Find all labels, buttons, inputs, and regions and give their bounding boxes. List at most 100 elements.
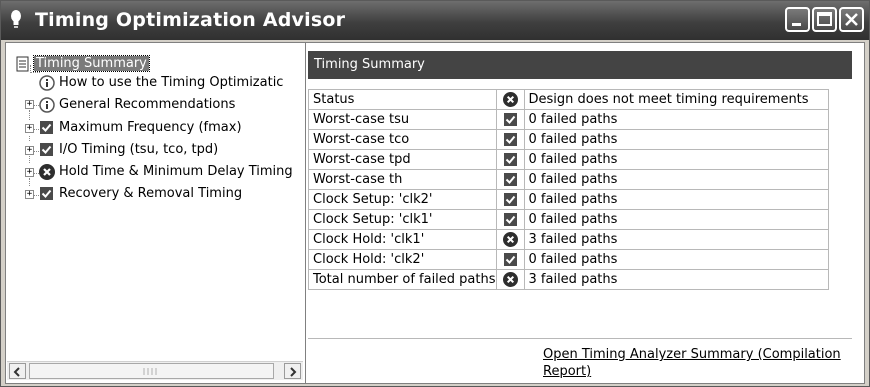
- fail-x-icon: [39, 164, 55, 180]
- table-row[interactable]: Worst-case tsu 0 failed paths: [308, 109, 829, 130]
- status-cell: [495, 209, 525, 230]
- tree-item-general-recommendations[interactable]: General Recommendations: [39, 96, 301, 116]
- status-cell: [495, 269, 525, 290]
- close-button[interactable]: [839, 7, 864, 32]
- tree-line: [29, 110, 31, 120]
- tree-item-label: Hold Time & Minimum Delay Timing: [59, 164, 293, 179]
- check-name: Worst-case tco: [308, 129, 497, 150]
- tree-item-label: Timing Summary: [33, 55, 150, 72]
- check-name: Clock Setup: 'clk1': [308, 209, 497, 230]
- result-text: Design does not meet timing requirements: [523, 89, 829, 110]
- tree-line: [29, 136, 31, 141]
- check-icon: [503, 193, 517, 206]
- scroll-thumb[interactable]: [29, 363, 274, 379]
- timing-summary-table: Status Design does not meet timing requir…: [308, 89, 829, 290]
- tree-item-maximum-frequency[interactable]: Maximum Frequency (fmax): [39, 119, 301, 139]
- summary-page-icon: [16, 56, 29, 72]
- result-text: 0 failed paths: [523, 129, 829, 150]
- title-bar[interactable]: Timing Optimization Advisor: [1, 1, 869, 40]
- tree-item-label: Maximum Frequency (fmax): [59, 120, 242, 135]
- tree-item-timing-summary[interactable]: Timing Summary: [16, 55, 296, 75]
- tree-item-how-to-use[interactable]: How to use the Timing Optimizatic: [39, 74, 301, 94]
- result-text: 3 failed paths: [523, 269, 829, 290]
- tree-line: [29, 178, 31, 186]
- table-row[interactable]: Worst-case tco 0 failed paths: [308, 129, 829, 150]
- minimize-button[interactable]: [785, 7, 810, 32]
- maximize-icon: [817, 12, 832, 26]
- status-cell: [495, 169, 525, 190]
- check-icon: [503, 153, 517, 166]
- open-timing-analyzer-link[interactable]: Open Timing Analyzer Summary (Compilatio…: [543, 346, 843, 380]
- check-name: Clock Setup: 'clk2': [308, 189, 497, 210]
- close-icon: [845, 13, 858, 26]
- advisor-window: Timing Optimization Advisor Timing Summa…: [0, 0, 870, 387]
- status-cell: [495, 229, 525, 250]
- expand-icon[interactable]: +: [25, 146, 34, 155]
- check-icon: [503, 213, 517, 226]
- result-text: 0 failed paths: [523, 209, 829, 230]
- table-row[interactable]: Clock Hold: 'clk1' 3 failed paths: [308, 229, 829, 250]
- tree-item-label: How to use the Timing Optimizatic: [59, 75, 284, 90]
- check-icon: [40, 121, 53, 134]
- content-area: Timing Summary How to use the Timing Opt…: [5, 42, 865, 384]
- table-row[interactable]: Clock Setup: 'clk1' 0 failed paths: [308, 209, 829, 230]
- check-name: Clock Hold: 'clk1': [308, 229, 497, 250]
- check-icon: [503, 113, 517, 126]
- result-text: 0 failed paths: [523, 149, 829, 170]
- tree-line: [29, 156, 31, 163]
- minimize-icon: [792, 23, 801, 26]
- info-icon: [39, 97, 55, 113]
- check-name: Worst-case tpd: [308, 149, 497, 170]
- table-row[interactable]: Total number of failed paths 3 failed pat…: [308, 269, 829, 290]
- advisor-tree: Timing Summary How to use the Timing Opt…: [6, 43, 306, 383]
- grip-icon: [143, 368, 157, 375]
- chevron-left-icon: [13, 367, 20, 377]
- maximize-button[interactable]: [812, 7, 837, 32]
- tree-item-label: General Recommendations: [59, 97, 236, 112]
- table-row[interactable]: Worst-case tpd 0 failed paths: [308, 149, 829, 170]
- fail-x-icon: [502, 92, 518, 107]
- table-row[interactable]: Worst-case th 0 failed paths: [308, 169, 829, 190]
- check-name: Worst-case tsu: [308, 109, 497, 130]
- result-text: 0 failed paths: [523, 189, 829, 210]
- scroll-right-button[interactable]: [284, 363, 301, 379]
- tree-item-label: Recovery & Removal Timing: [59, 186, 243, 201]
- table-row[interactable]: Clock Hold: 'clk2' 0 failed paths: [308, 249, 829, 270]
- expand-icon[interactable]: +: [25, 168, 34, 177]
- check-icon: [40, 143, 53, 156]
- status-cell: [495, 129, 525, 150]
- check-name: Status: [308, 89, 497, 110]
- table-row[interactable]: Clock Setup: 'clk2' 0 failed paths: [308, 189, 829, 210]
- expand-icon[interactable]: +: [25, 190, 34, 199]
- table-bottom-border: [308, 338, 852, 339]
- table-row[interactable]: Status Design does not meet timing requir…: [308, 89, 829, 110]
- check-icon: [503, 253, 517, 266]
- expand-icon[interactable]: +: [25, 100, 34, 109]
- status-cell: [495, 149, 525, 170]
- status-cell: [495, 249, 525, 270]
- check-name: Worst-case th: [308, 169, 497, 190]
- status-cell: [495, 109, 525, 130]
- expand-icon[interactable]: +: [25, 124, 34, 133]
- fail-x-icon: [502, 272, 518, 287]
- tree-item-label: I/O Timing (tsu, tco, tpd): [59, 142, 219, 157]
- fail-x-icon: [502, 232, 518, 247]
- tree-item-hold-time[interactable]: Hold Time & Minimum Delay Timing: [39, 163, 301, 183]
- check-icon: [503, 133, 517, 146]
- result-text: 0 failed paths: [523, 109, 829, 130]
- result-text: 3 failed paths: [523, 229, 829, 250]
- check-name: Total number of failed paths: [308, 269, 497, 290]
- check-icon: [40, 187, 53, 200]
- lightbulb-icon: [11, 10, 21, 28]
- chevron-right-icon: [290, 367, 297, 377]
- scroll-left-button[interactable]: [9, 363, 26, 379]
- tree-item-recovery-removal[interactable]: Recovery & Removal Timing: [39, 185, 301, 205]
- status-cell: [495, 89, 525, 110]
- tree-item-io-timing[interactable]: I/O Timing (tsu, tco, tpd): [39, 141, 301, 161]
- status-cell: [495, 189, 525, 210]
- window-title: Timing Optimization Advisor: [35, 9, 346, 31]
- tree-horizontal-scrollbar[interactable]: [7, 361, 303, 380]
- result-text: 0 failed paths: [523, 169, 829, 190]
- summary-panel: Timing Summary Status Design does not mee…: [308, 43, 864, 383]
- panel-header: Timing Summary: [308, 51, 852, 79]
